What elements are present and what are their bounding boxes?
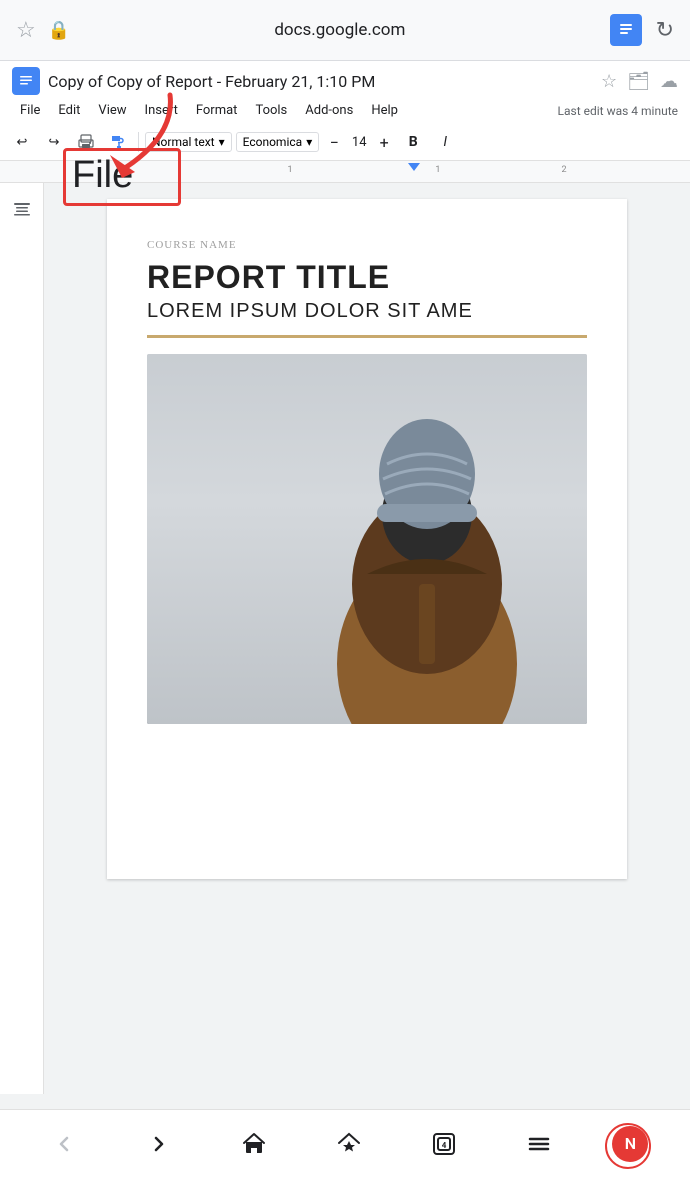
address-right: ↻ <box>610 14 674 46</box>
outline-icon[interactable] <box>8 195 36 223</box>
gold-divider <box>147 335 587 338</box>
lock-icon: 🔒 <box>48 20 70 41</box>
url-text: docs.google.com <box>274 20 405 40</box>
menu-button[interactable] <box>517 1122 561 1166</box>
ruler-inner: 1 1 2 <box>134 161 682 182</box>
main-area: COURSE NAME REPORT TITLE LOREM IPSUM DOL… <box>0 183 690 1094</box>
user-avatar[interactable]: N <box>612 1126 648 1162</box>
course-name: COURSE NAME <box>147 239 587 251</box>
doc-title-row: Copy of Copy of Report - February 21, 1:… <box>12 67 678 95</box>
font-value: Economica <box>243 135 303 149</box>
title-icons: ☆ 🗂 ☁ <box>601 71 678 92</box>
menu-help[interactable]: Help <box>363 99 406 122</box>
folder-icon[interactable]: 🗂 <box>627 71 650 92</box>
font-size-decrease[interactable]: − <box>323 131 345 153</box>
menu-addons[interactable]: Add-ons <box>297 99 361 122</box>
bookmark-icon[interactable]: ☆ <box>601 71 617 92</box>
document-image <box>147 354 587 724</box>
refresh-icon[interactable]: ↻ <box>656 18 674 43</box>
bottom-nav: 4 N <box>0 1109 690 1177</box>
menu-insert[interactable]: Insert <box>137 99 186 122</box>
home-button[interactable] <box>232 1122 276 1166</box>
ruler: 1 1 2 <box>0 161 690 183</box>
sidebar-panel <box>0 183 44 1094</box>
redo-button[interactable]: ↪ <box>40 128 68 156</box>
lorem-text: LOREM IPSUM DOLOR SIT AME <box>147 300 587 323</box>
back-button[interactable] <box>42 1122 86 1166</box>
toolbar-separator-1 <box>138 132 139 152</box>
menu-view[interactable]: View <box>90 99 134 122</box>
address-bar: ☆ 🔒 docs.google.com ↻ <box>0 0 690 60</box>
italic-button[interactable]: I <box>431 128 459 156</box>
tabs-button[interactable]: 4 <box>422 1122 466 1166</box>
docs-app-icon[interactable] <box>610 14 642 46</box>
ruler-mark-1: 1 <box>287 165 292 175</box>
star-icon[interactable]: ☆ <box>16 18 36 43</box>
undo-button[interactable]: ↩ <box>8 128 36 156</box>
document-page: COURSE NAME REPORT TITLE LOREM IPSUM DOL… <box>107 199 627 879</box>
print-button[interactable] <box>72 128 100 156</box>
report-title: REPORT TITLE <box>147 259 587 296</box>
browser-chrome: ☆ 🔒 docs.google.com ↻ <box>0 0 690 61</box>
font-size-value[interactable]: 14 <box>347 135 371 150</box>
last-edit-text: Last edit was 4 minute <box>558 104 678 118</box>
font-size-increase[interactable]: + <box>373 131 395 153</box>
font-dropdown[interactable]: Economica ▾ <box>236 132 320 152</box>
style-value: Normal text <box>152 135 215 149</box>
style-chevron: ▾ <box>219 135 225 149</box>
menu-bar: File Edit View Insert Format Tools Add-o… <box>12 97 678 124</box>
gdocs-logo <box>12 67 40 95</box>
font-size-controls: − 14 + <box>323 131 395 153</box>
format-toolbar: ↩ ↪ Normal text ▾ Economica ▾ − 14 + B I <box>0 124 690 161</box>
document-area: COURSE NAME REPORT TITLE LOREM IPSUM DOL… <box>44 183 690 1094</box>
doc-title: Copy of Copy of Report - February 21, 1:… <box>48 72 593 91</box>
doc-header: Copy of Copy of Report - February 21, 1:… <box>0 61 690 124</box>
forward-button[interactable] <box>137 1122 181 1166</box>
menu-edit[interactable]: Edit <box>50 99 88 122</box>
person-silhouette <box>287 384 567 724</box>
cloud-icon[interactable]: ☁ <box>660 71 678 92</box>
bold-button[interactable]: B <box>399 128 427 156</box>
svg-text:4: 4 <box>442 1141 447 1150</box>
bookmarks-button[interactable] <box>327 1122 371 1166</box>
ruler-mark-3: 2 <box>561 165 566 175</box>
ruler-marker[interactable] <box>408 163 420 171</box>
menu-format[interactable]: Format <box>188 99 246 122</box>
menu-file[interactable]: File <box>12 99 48 122</box>
style-dropdown[interactable]: Normal text ▾ <box>145 132 232 152</box>
ruler-mark-2: 1 <box>435 165 440 175</box>
menu-tools[interactable]: Tools <box>247 99 295 122</box>
font-chevron: ▾ <box>306 135 312 149</box>
address-left: ☆ 🔒 <box>16 18 70 43</box>
paint-format-button[interactable] <box>104 128 132 156</box>
